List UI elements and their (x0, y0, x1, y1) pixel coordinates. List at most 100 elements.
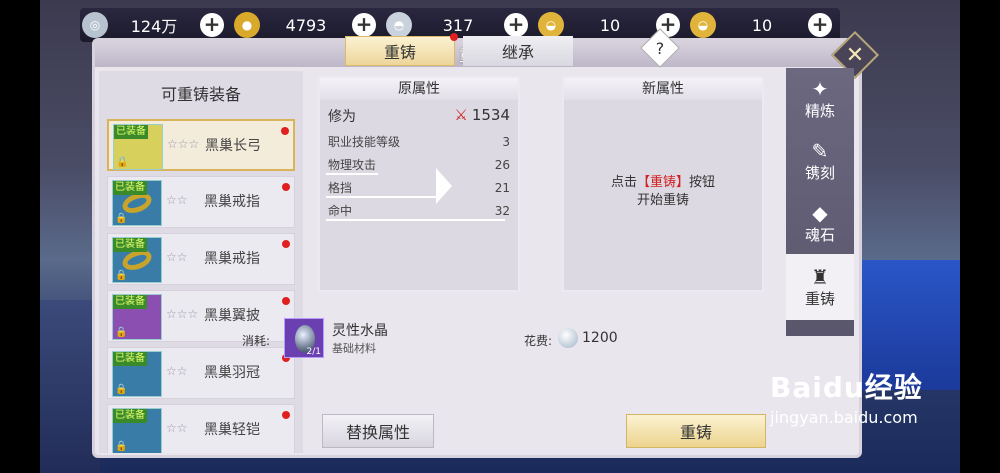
equipped-badge: 已装备 (113, 238, 147, 252)
power-row: 修为 ⚔ 1534 (320, 100, 518, 130)
hint-text-line2: 开始重铸 (636, 193, 689, 208)
sidenav-item[interactable]: ♜ 重铸 (786, 254, 854, 320)
attribute-value: 26 (494, 157, 510, 172)
attribute-bar (326, 219, 505, 221)
equipment-item[interactable]: 已装备 🔒 ☆☆ 黑巢戒指 (107, 233, 295, 285)
equipment-list-title: 可重铸装备 (160, 85, 241, 104)
currency-1: ◎ 124万 + (80, 8, 232, 42)
equipped-badge: 已装备 (113, 409, 147, 423)
spirit-crystal-icon[interactable]: 2/1 (284, 318, 324, 358)
currency-value: 10 (751, 15, 773, 35)
add-currency-button[interactable]: + (200, 13, 224, 37)
star-rating: ☆☆ (166, 364, 188, 378)
equipped-badge: 已装备 (113, 181, 147, 195)
reforge-icon: ♜ (811, 264, 829, 289)
lock-icon: 🔒 (115, 213, 128, 224)
lock-icon: 🔒 (115, 327, 128, 338)
gold-ingot-icon: ◒ (538, 12, 564, 38)
equipment-name: 黑巢轻铠 (204, 422, 260, 438)
watermark-brand: Baidu经验 (770, 371, 923, 404)
notification-dot (282, 297, 290, 305)
silver-ingot-icon: ◓ (386, 12, 412, 38)
tab-reforge[interactable]: 重铸 (345, 33, 458, 66)
equipment-icon: 已装备 🔒 (112, 237, 162, 283)
material-type: 基础材料 (332, 342, 376, 355)
add-currency-button[interactable]: + (808, 13, 832, 37)
equipment-icon: 已装备 🔒 (113, 124, 163, 170)
lock-icon: 🔒 (115, 270, 128, 281)
gold-coin-icon: ● (234, 12, 260, 38)
currency-value: 124万 (130, 17, 178, 36)
equipment-icon: 已装备 🔒 (112, 180, 162, 226)
tab-label: 继承 (501, 43, 534, 62)
hint-text: 按钮 (689, 175, 716, 190)
equipment-name: 黑巢羽冠 (204, 365, 260, 381)
tab-label: 重铸 (383, 43, 416, 62)
equipment-icon: 已装备 🔒 (112, 351, 162, 397)
add-currency-button[interactable]: + (352, 13, 376, 37)
gold-ingot-icon: ◒ (690, 12, 716, 38)
currency-value: 10 (599, 15, 621, 35)
silver-coin-icon: ◎ (82, 12, 108, 38)
hint-text: 点击 (610, 175, 637, 190)
lock-icon: 🔒 (115, 384, 128, 395)
equipment-item[interactable]: 已装备 🔒 ☆☆ 黑巢戒指 (107, 176, 295, 228)
arrow-right-icon (436, 168, 452, 204)
sidenav-label: 精炼 (804, 101, 835, 120)
notification-dot (282, 411, 290, 419)
attribute-label: 格挡 (328, 181, 353, 195)
attribute-bar (326, 196, 438, 198)
sidenav-label: 重铸 (804, 289, 835, 308)
close-icon: ✕ (845, 42, 865, 68)
power-value: ⚔ 1534 (454, 106, 510, 124)
attribute-row: 职业技能等级 3 (320, 130, 518, 153)
notification-dot (282, 183, 290, 191)
silver-coin-icon (558, 328, 578, 348)
currency-value: 317 (442, 15, 474, 35)
new-attributes-title: 新属性 (564, 78, 762, 100)
original-attributes: 原属性 修为 ⚔ 1534 职业技能等级 3 物理攻击 26 格挡 21 命中 32 (318, 76, 520, 292)
baidu-watermark: Baidu经验 jingyan.baidu.com (770, 366, 923, 427)
side-navigation: ✦ 精炼 ✎ 镌刻 ◆ 魂石 ♜ 重铸 (786, 68, 854, 336)
material-name: 灵性水晶 (332, 323, 388, 339)
sidenav-label: 镌刻 (804, 163, 835, 182)
equipment-name: 黑巢戒指 (204, 194, 260, 210)
sidenav-item[interactable]: ✦ 精炼 (786, 68, 854, 130)
tab-inherit[interactable]: 继承 (463, 36, 573, 66)
attribute-label: 职业技能等级 (328, 135, 401, 149)
sidenav-item[interactable]: ◆ 魂石 (786, 192, 854, 254)
equipped-badge: 已装备 (113, 352, 147, 366)
material-quantity: 2/1 (306, 347, 321, 357)
equipment-item[interactable]: 已装备 🔒 ☆☆☆ 黑巢长弓 (107, 119, 295, 171)
notification-dot (282, 240, 290, 248)
equipment-icon: 已装备 🔒 (112, 408, 162, 453)
question-icon: ? (655, 38, 665, 58)
add-currency-button[interactable]: + (504, 13, 528, 37)
star-rating: ☆☆ (166, 421, 188, 435)
star-rating: ☆☆ (166, 250, 188, 264)
new-attributes: 新属性 点击【重铸】按钮 开始重铸 (562, 76, 764, 292)
attribute-value: 3 (502, 134, 510, 149)
cost-row: 消耗: 2/1 灵性水晶 基础材料 花费: 1200 (228, 316, 668, 360)
reforge-button[interactable]: 重铸 (626, 414, 766, 448)
replace-attributes-button[interactable]: 替换属性 (322, 414, 434, 448)
fee-label: 花费: (524, 334, 553, 348)
mode-tabs: 重铸 继承 (345, 33, 573, 66)
reforge-hint: 点击【重铸】按钮 开始重铸 (564, 174, 762, 210)
original-attributes-title: 原属性 (320, 78, 518, 100)
lock-icon: 🔒 (115, 441, 128, 452)
star-rating: ☆☆☆ (167, 137, 200, 151)
watermark-url: jingyan.baidu.com (770, 408, 918, 427)
equipment-item[interactable]: 已装备 🔒 ☆☆ 黑巢轻铠 (107, 404, 295, 453)
sidenav-label: 魂石 (804, 225, 835, 244)
crossed-swords-icon: ⚔ (454, 106, 468, 124)
sidenav-item[interactable]: ✎ 镌刻 (786, 130, 854, 192)
refine-icon: ✦ (811, 76, 829, 101)
attribute-bar (326, 173, 379, 175)
equipped-badge: 已装备 (114, 125, 148, 139)
equipment-icon: 已装备 🔒 (112, 294, 162, 340)
attribute-value: 32 (494, 203, 510, 218)
cost-label: 消耗: (242, 334, 271, 348)
star-rating: ☆☆ (166, 193, 188, 207)
engrave-icon: ✎ (811, 138, 829, 163)
